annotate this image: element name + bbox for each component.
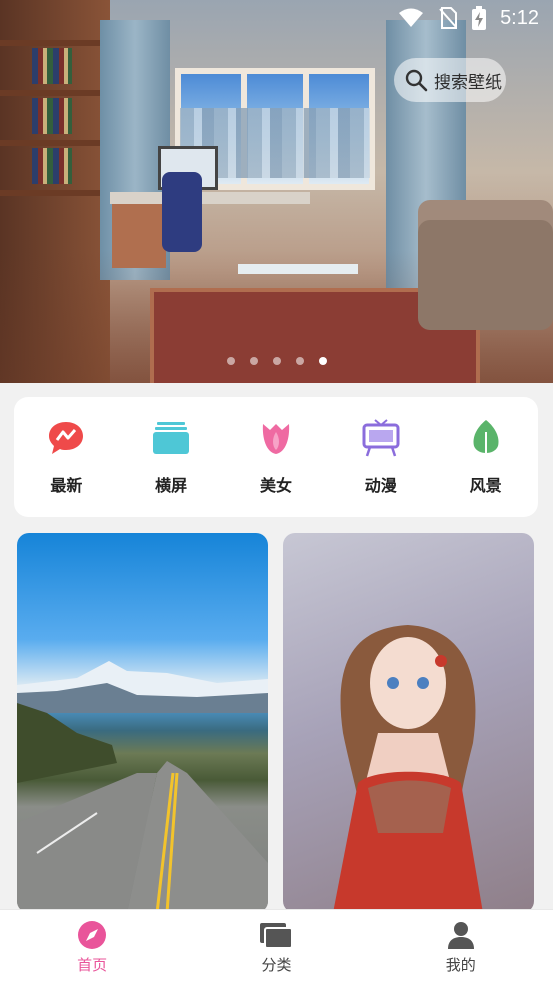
desk-drawers — [112, 204, 166, 268]
easel-tv-icon — [361, 418, 401, 458]
category-scenery[interactable]: 风景 — [441, 418, 531, 496]
status-bar: 5:12 — [398, 6, 539, 30]
pager-dot-active[interactable] — [319, 357, 327, 365]
stacked-layers-icon — [151, 418, 191, 458]
carousel-pager[interactable] — [227, 357, 327, 365]
bookshelf — [0, 40, 100, 46]
category-label: 横屏 — [155, 476, 188, 495]
bookshelf — [0, 140, 100, 146]
no-sim-icon — [439, 7, 458, 29]
clock: 5:12 — [500, 6, 539, 29]
nav-profile[interactable]: 我的 — [401, 920, 521, 975]
books — [32, 48, 72, 84]
nav-category[interactable]: 分类 — [216, 920, 336, 975]
category-label: 动漫 — [364, 476, 397, 495]
category-label: 风景 — [469, 476, 502, 495]
nav-label: 我的 — [445, 955, 476, 974]
pager-dot[interactable] — [296, 357, 304, 365]
nav-label: 首页 — [77, 955, 108, 974]
compass-icon — [78, 920, 107, 949]
category-anime[interactable]: 动漫 — [336, 418, 426, 496]
banner-carousel[interactable]: 5:12 搜索壁纸 — [0, 0, 553, 383]
search-placeholder: 搜索壁纸 — [434, 72, 502, 93]
nav-label: 分类 — [261, 955, 292, 974]
pager-dot[interactable] — [273, 357, 281, 365]
category-landscape-screen[interactable]: 横屏 — [126, 418, 216, 496]
search-button[interactable]: 搜索壁纸 — [394, 58, 506, 102]
category-card: 最新 横屏 美女 动漫 风景 — [14, 397, 538, 517]
wallpaper-card-landscape[interactable] — [17, 533, 268, 913]
chair — [162, 172, 202, 252]
chat-bubble-icon — [46, 418, 86, 458]
wallpaper-image — [333, 625, 483, 913]
bottom-nav: 首页 分类 我的 — [0, 909, 553, 984]
wallpaper-image — [17, 661, 268, 913]
category-label: 最新 — [50, 476, 83, 495]
person-icon — [447, 921, 474, 949]
battery-charging-icon — [472, 6, 487, 30]
category-latest[interactable]: 最新 — [21, 418, 111, 496]
wallpaper-card-anime[interactable] — [283, 533, 534, 913]
pager-dot[interactable] — [227, 357, 235, 365]
category-beauty[interactable]: 美女 — [231, 418, 321, 496]
leaf-icon — [466, 418, 506, 458]
search-icon — [405, 69, 428, 92]
category-label: 美女 — [259, 476, 292, 495]
folders-icon — [260, 922, 294, 949]
nav-home[interactable]: 首页 — [32, 920, 152, 975]
tulip-icon — [256, 418, 296, 458]
desk — [110, 192, 310, 204]
bookshelf — [0, 90, 100, 96]
pager-dot[interactable] — [250, 357, 258, 365]
books — [32, 148, 72, 184]
wifi-icon — [399, 8, 424, 27]
bookshelf — [0, 190, 100, 196]
coffee-table — [238, 264, 358, 274]
sofa — [418, 220, 553, 330]
books — [32, 98, 72, 134]
